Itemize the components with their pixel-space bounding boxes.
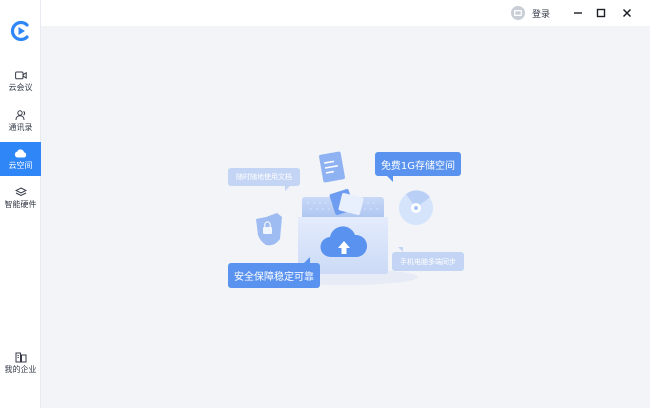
cloud-icon: [14, 147, 28, 159]
building-icon: [14, 351, 28, 363]
avatar: [511, 6, 525, 20]
close-icon: [622, 8, 632, 18]
login-button[interactable]: 登录: [511, 5, 550, 21]
app-logo: [10, 20, 29, 42]
sidebar-item-cloud-space[interactable]: 云空间: [0, 142, 41, 176]
sidebar-item-label: 我的企业: [4, 365, 37, 374]
sidebar-item-meeting[interactable]: 云会议: [0, 64, 41, 98]
sidebar-item-label: 云空间: [8, 161, 33, 170]
login-label: 登录: [532, 9, 551, 20]
feature-tag-free-storage: 免费1G存储空间: [375, 152, 461, 182]
cloud-space-illustration: 随时随地使用文档 免费1G存储空间 安全保障稳定可靠 手机电脑多端同步: [220, 145, 480, 295]
close-button[interactable]: [618, 4, 636, 22]
sidebar-item-contacts[interactable]: 通讯录: [0, 104, 41, 138]
titlebar: 登录: [41, 0, 650, 26]
sidebar: 云会议 通讯录 云空间 智能硬件 我的企业: [0, 0, 41, 408]
sidebar-item-label: 云会议: [8, 83, 33, 92]
sidebar-item-my-enterprise[interactable]: 我的企业: [0, 346, 41, 380]
minimize-button[interactable]: [569, 4, 587, 22]
contacts-icon: [14, 109, 28, 121]
maximize-icon: [596, 8, 606, 18]
layers-icon: [14, 186, 28, 198]
minimize-icon: [574, 12, 582, 14]
video-camera-icon: [14, 69, 28, 81]
maximize-button[interactable]: [592, 4, 610, 22]
feature-tag-secure: 安全保障稳定可靠: [228, 257, 320, 288]
sidebar-item-smart-hardware[interactable]: 智能硬件: [0, 181, 41, 215]
feature-tag-multi-device-sync: 手机电脑多端同步: [392, 247, 464, 271]
feature-tag-anywhere-docs: 随时随地使用文档: [228, 168, 300, 191]
sidebar-item-label: 智能硬件: [4, 200, 37, 209]
sidebar-item-label: 通讯录: [8, 123, 33, 132]
app-window: 云会议 通讯录 云空间 智能硬件 我的企业 登录 随时随地使用文档 免费1G存储…: [0, 0, 650, 408]
